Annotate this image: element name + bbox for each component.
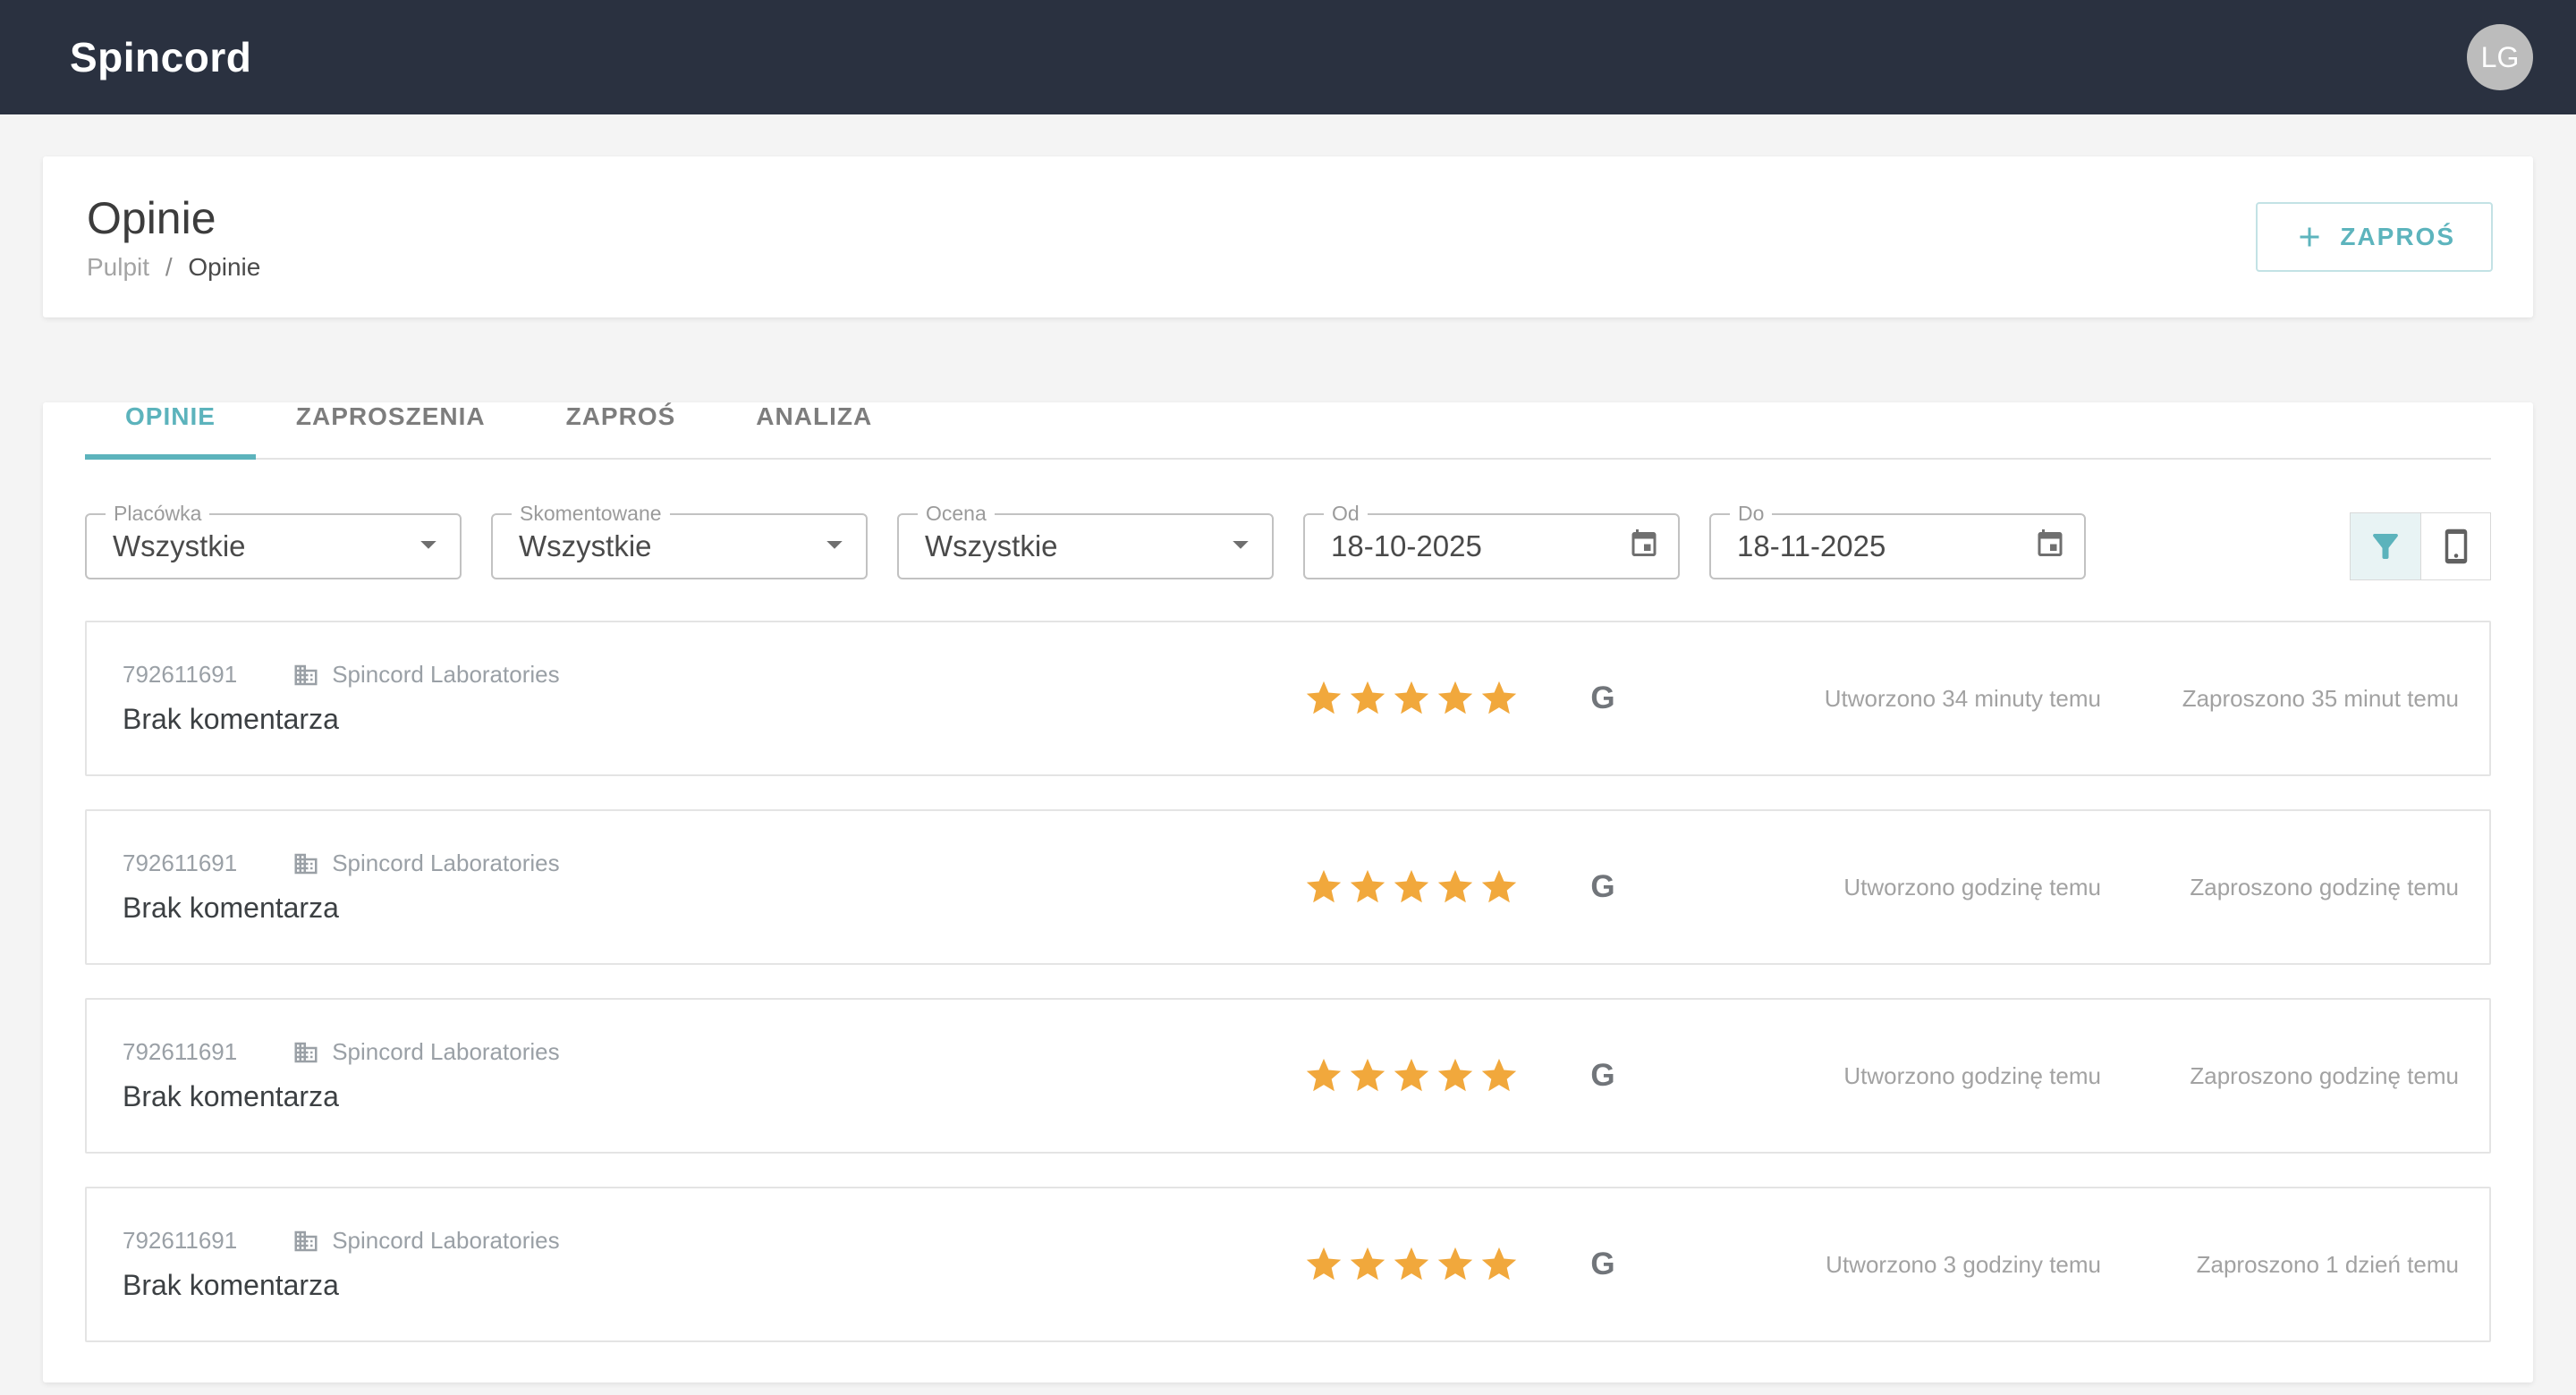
calendar-icon[interactable]: [2034, 528, 2066, 565]
review-created-time: Utworzono 3 godziny temu: [1679, 1251, 2101, 1279]
filter-placowka-select[interactable]: Placówka Wszystkie: [85, 513, 462, 579]
review-comment: Brak komentarza: [123, 1269, 1303, 1302]
tab-zapros[interactable]: ZAPROŚ: [526, 402, 716, 458]
review-main: 792611691 Spincord Laboratories Brak kom…: [123, 1227, 1303, 1302]
tab-opinie[interactable]: OPINIE: [85, 402, 256, 458]
breadcrumb-current: Opinie: [188, 253, 260, 281]
review-location: Spincord Laboratories: [332, 1227, 559, 1255]
review-comment: Brak komentarza: [123, 703, 1303, 736]
breadcrumb: Pulpit / Opinie: [87, 253, 260, 282]
reviews-panel: OPINIE ZAPROSZENIA ZAPROŚ ANALIZA Placów…: [43, 402, 2533, 1382]
tab-zaproszenia[interactable]: ZAPROSZENIA: [256, 402, 526, 458]
google-source-icon: G: [1527, 681, 1679, 716]
review-comment: Brak komentarza: [123, 892, 1303, 925]
star-rating: [1303, 1244, 1527, 1285]
view-toggle-group: [2350, 512, 2491, 580]
review-invited-time: Zaproszono godzinę temu: [2101, 874, 2459, 901]
invite-button-label: ZAPROŚ: [2340, 223, 2455, 251]
review-main: 792611691 Spincord Laboratories Brak kom…: [123, 850, 1303, 925]
breadcrumb-parent[interactable]: Pulpit: [87, 253, 149, 281]
filter-date-from-label: Od: [1324, 502, 1368, 526]
google-source-icon: G: [1527, 1058, 1679, 1094]
page-header-left: Opinie Pulpit / Opinie: [87, 192, 260, 282]
review-invited-time: Zaproszono 35 minut temu: [2101, 685, 2459, 713]
review-id: 792611691: [123, 1227, 237, 1255]
review-location: Spincord Laboratories: [332, 1038, 559, 1066]
google-source-icon: G: [1527, 869, 1679, 905]
tab-analiza[interactable]: ANALIZA: [716, 402, 912, 458]
review-created-time: Utworzono 34 minuty temu: [1679, 685, 2101, 713]
filter-ocena-label: Ocena: [918, 502, 995, 526]
filter-date-to-label: Do: [1730, 502, 1772, 526]
building-icon: [292, 1039, 319, 1066]
filter-date-from-value: 18-10-2025: [1331, 529, 1482, 563]
app-logo[interactable]: Spincord: [70, 33, 251, 81]
review-invited-time: Zaproszono godzinę temu: [2101, 1062, 2459, 1090]
filter-date-to-input[interactable]: Do 18-11-2025: [1709, 513, 2086, 579]
star-rating: [1303, 867, 1527, 908]
review-location: Spincord Laboratories: [332, 850, 559, 877]
invite-button[interactable]: ZAPROŚ: [2256, 202, 2493, 272]
building-icon: [292, 1228, 319, 1255]
calendar-icon[interactable]: [1628, 528, 1660, 565]
review-created-time: Utworzono godzinę temu: [1679, 1062, 2101, 1090]
plus-icon: [2293, 221, 2326, 253]
page-title: Opinie: [87, 192, 260, 244]
review-row[interactable]: 792611691 Spincord Laboratories Brak kom…: [85, 1187, 2491, 1342]
filter-skomentowane-value: Wszystkie: [519, 529, 652, 563]
filter-date-from-input[interactable]: Od 18-10-2025: [1303, 513, 1680, 579]
chevron-down-icon: [410, 526, 447, 568]
smartphone-toggle[interactable]: [2420, 513, 2490, 579]
filter-placowka-label: Placówka: [106, 502, 209, 526]
review-main: 792611691 Spincord Laboratories Brak kom…: [123, 661, 1303, 736]
star-rating: [1303, 1055, 1527, 1096]
star-rating: [1303, 678, 1527, 719]
review-row[interactable]: 792611691 Spincord Laboratories Brak kom…: [85, 621, 2491, 776]
filter-skomentowane-label: Skomentowane: [512, 502, 670, 526]
building-icon: [292, 662, 319, 689]
filter-placowka-value: Wszystkie: [113, 529, 246, 563]
filter-funnel-toggle[interactable]: [2351, 513, 2420, 579]
review-comment: Brak komentarza: [123, 1080, 1303, 1113]
reviews-list: 792611691 Spincord Laboratories Brak kom…: [85, 621, 2491, 1342]
review-location: Spincord Laboratories: [332, 661, 559, 689]
review-id: 792611691: [123, 850, 237, 877]
top-navigation-bar: Spincord LG: [0, 0, 2576, 114]
user-avatar[interactable]: LG: [2467, 24, 2533, 90]
breadcrumb-separator: /: [165, 253, 173, 281]
review-id: 792611691: [123, 661, 237, 689]
smartphone-icon: [2437, 528, 2475, 565]
review-main: 792611691 Spincord Laboratories Brak kom…: [123, 1038, 1303, 1113]
filter-funnel-icon: [2367, 528, 2404, 565]
chevron-down-icon: [1222, 526, 1259, 568]
filter-ocena-select[interactable]: Ocena Wszystkie: [897, 513, 1274, 579]
review-invited-time: Zaproszono 1 dzień temu: [2101, 1251, 2459, 1279]
review-id: 792611691: [123, 1038, 237, 1066]
review-row[interactable]: 792611691 Spincord Laboratories Brak kom…: [85, 809, 2491, 965]
review-row[interactable]: 792611691 Spincord Laboratories Brak kom…: [85, 998, 2491, 1154]
google-source-icon: G: [1527, 1247, 1679, 1282]
review-created-time: Utworzono godzinę temu: [1679, 874, 2101, 901]
tab-bar: OPINIE ZAPROSZENIA ZAPROŚ ANALIZA: [85, 402, 2491, 460]
chevron-down-icon: [816, 526, 853, 568]
filters-row: Placówka Wszystkie Skomentowane Wszystki…: [85, 512, 2491, 580]
filter-ocena-value: Wszystkie: [925, 529, 1058, 563]
building-icon: [292, 850, 319, 877]
page-header: Opinie Pulpit / Opinie ZAPROŚ: [43, 156, 2533, 317]
filter-date-to-value: 18-11-2025: [1737, 529, 1885, 563]
filter-skomentowane-select[interactable]: Skomentowane Wszystkie: [491, 513, 868, 579]
